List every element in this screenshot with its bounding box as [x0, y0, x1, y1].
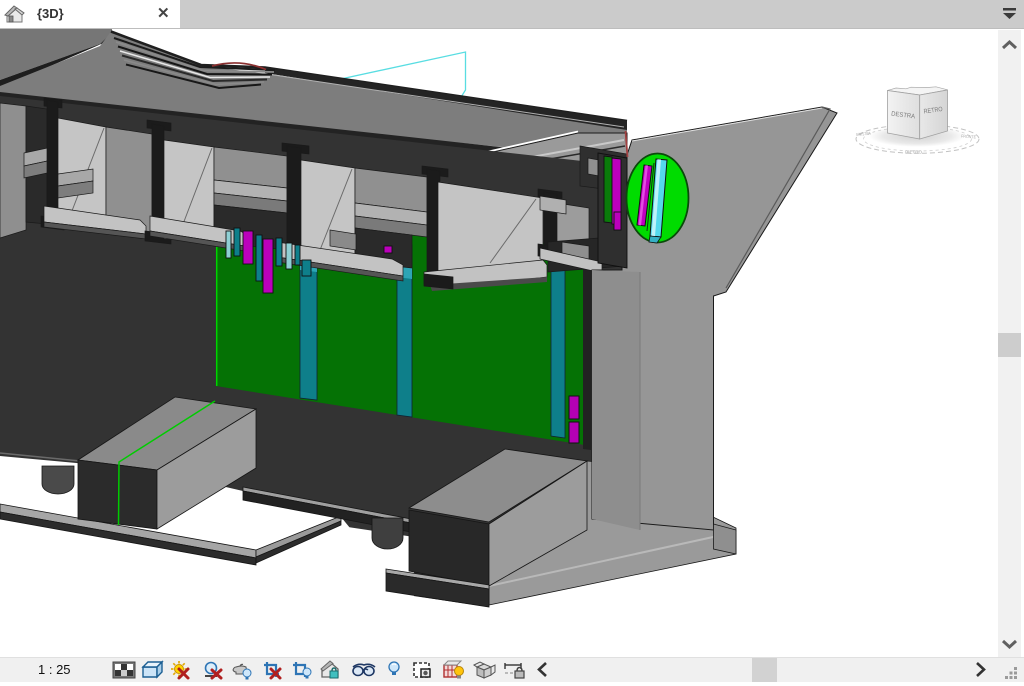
svg-text:FRONTE: FRONTE — [961, 134, 976, 140]
svg-text:DIETRO: DIETRO — [905, 150, 923, 155]
svg-text:SINISTRA: SINISTRA — [856, 131, 872, 137]
